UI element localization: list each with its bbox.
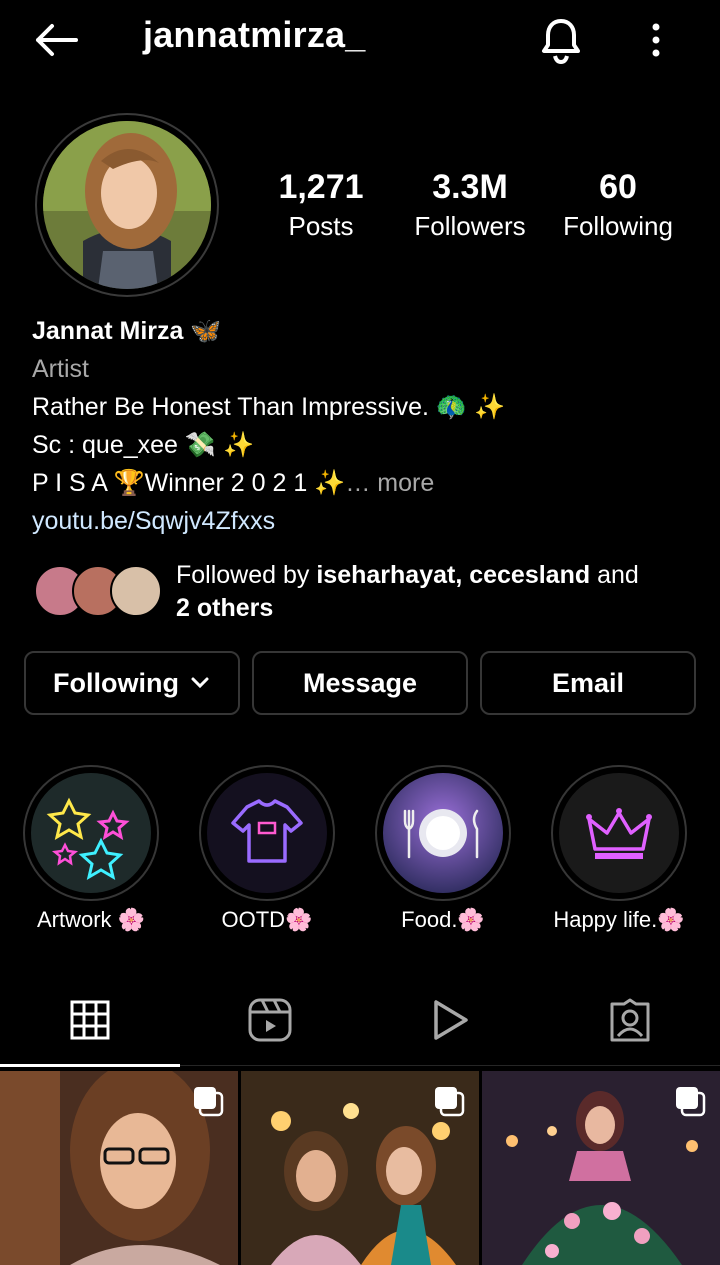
more-options-button[interactable] (640, 16, 672, 64)
reels-icon (248, 998, 292, 1042)
bio-website-link[interactable]: youtu.be/Sqwjv4Zfxxs (32, 502, 275, 540)
arrow-left-icon (36, 24, 78, 56)
following-label: Following (563, 211, 673, 241)
tab-videos[interactable] (360, 995, 540, 1045)
grid-icon (70, 1000, 110, 1040)
more-vertical-icon (652, 23, 660, 57)
highlight-happy-life[interactable]: Happy life.🌸 (551, 765, 687, 932)
notifications-button[interactable] (536, 14, 586, 66)
following-stat[interactable]: 60 Following (550, 168, 686, 242)
followed-by-names: iseharhayat, cecesland (316, 561, 591, 589)
following-button[interactable]: Following (24, 651, 240, 715)
bio-line-3-text: P I S A 🏆Winner 2 0 2 1 ✨ (32, 469, 346, 497)
email-button[interactable]: Email (480, 651, 696, 715)
following-button-label: Following (53, 667, 179, 698)
tab-reels[interactable] (180, 995, 360, 1045)
multiple-posts-icon (676, 1087, 706, 1117)
multiple-posts-icon (435, 1087, 465, 1117)
mutual-followers-avatars[interactable] (34, 565, 162, 617)
profile-username: jannatmirza_ (143, 14, 366, 55)
play-icon (434, 1000, 468, 1040)
avatar (43, 121, 211, 289)
crown-icon (559, 773, 679, 893)
followers-count: 3.3M (432, 168, 508, 206)
highlight-food[interactable]: Food.🌸 (375, 765, 511, 932)
followers-label: Followers (414, 211, 526, 241)
bio-more-link[interactable]: … more (345, 469, 434, 497)
active-tab-indicator (0, 1064, 180, 1067)
posts-stat[interactable]: 1,271 Posts (262, 168, 380, 242)
profile-category: Artist (32, 355, 89, 383)
posts-count: 1,271 (278, 168, 364, 206)
tab-tagged[interactable] (540, 995, 720, 1045)
chevron-down-icon (191, 677, 209, 689)
followed-by-others: 2 others (176, 594, 274, 622)
following-count: 60 (599, 168, 637, 206)
tagged-icon (610, 998, 650, 1042)
followed-by-and: and (590, 561, 639, 589)
mutual-avatar-3 (110, 565, 162, 617)
plate-icon (383, 773, 503, 893)
multiple-posts-icon (194, 1087, 224, 1117)
profile-name: Jannat Mirza 🦋 (32, 317, 222, 345)
message-button-label: Message (302, 667, 418, 698)
bio-line-3: P I S A 🏆Winner 2 0 2 1 ✨… more (32, 464, 434, 502)
bio-line-2: Sc : que_xee 💸 ✨ (32, 431, 255, 459)
back-button[interactable] (30, 18, 82, 62)
profile-avatar-ring[interactable] (35, 113, 219, 297)
bell-icon (542, 19, 580, 64)
highlight-ootd[interactable]: OOTD🌸 (199, 765, 335, 932)
followers-stat[interactable]: 3.3M Followers (400, 168, 540, 242)
highlight-label: Happy life.🌸 (553, 907, 685, 932)
grid-post-2[interactable] (241, 1071, 479, 1265)
message-button[interactable]: Message (252, 651, 468, 715)
posts-label: Posts (288, 211, 354, 241)
tab-grid[interactable] (0, 995, 180, 1045)
followed-by-prefix: Followed by (176, 561, 317, 589)
tab-divider (180, 1065, 720, 1066)
tshirt-icon (207, 773, 327, 893)
stars-icon (31, 773, 151, 893)
followed-by-text[interactable]: Followed by iseharhayat, cecesland and 2 … (176, 559, 696, 625)
email-button-label: Email (551, 667, 625, 698)
highlight-artwork[interactable]: Artwork 🌸 (23, 765, 159, 932)
bio-line-1: Rather Be Honest Than Impressive. 🦚 ✨ (32, 393, 506, 421)
grid-post-1[interactable] (0, 1071, 238, 1265)
grid-post-3[interactable] (482, 1071, 720, 1265)
